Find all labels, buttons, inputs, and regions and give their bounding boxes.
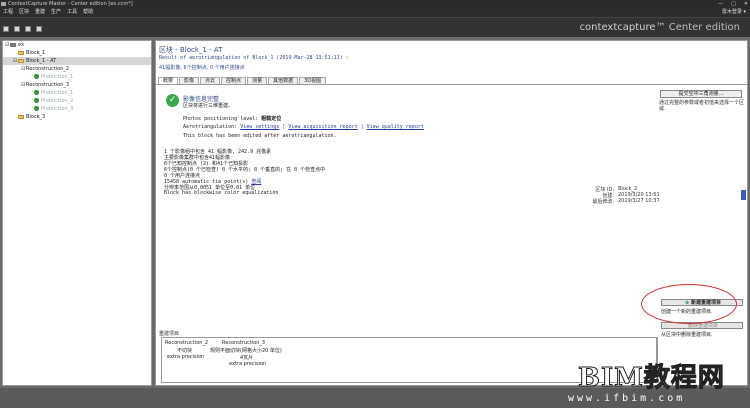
tree-item[interactable]: Production_3 [3,105,151,113]
menu-block[interactable]: 区块 [19,8,29,17]
tree-item[interactable]: ⊟Reconstruction_2 [3,65,151,73]
tree-item-label: ex [18,42,24,48]
tab-surveys[interactable]: 测量 [247,77,268,84]
tree-item-label: Reconstruction_2 [26,66,70,72]
tab-control-points[interactable]: 控制点 [221,77,247,84]
folder-icon [18,58,24,63]
tree-item[interactable]: Block_1 [3,49,151,57]
at-links-row: Aerotriangulation: View settings | View … [183,124,424,130]
edited-note: This block has been edited after aerotri… [183,133,337,139]
tree-item[interactable]: Production_2 [3,97,151,105]
reconstructions-section-label: 重建项目 [159,331,180,337]
tab-pointclouds[interactable]: 点云 [200,77,221,84]
watermark-url: www.ifbim.com [568,393,686,404]
app-icon [1,2,6,6]
ok-icon [34,74,39,79]
save-project-icon[interactable] [25,26,31,32]
highlight-circle [641,284,737,324]
new-project-icon[interactable] [3,26,9,32]
delete-reconstruction-description: 从区块中删除重建项目. [661,332,713,338]
watermark-logo: BIM教程网 [578,363,725,394]
status-subtitle: 区块将进行三维重建。 [183,103,234,109]
scroll-indicator [741,190,746,200]
tab-bar: 概要 影像 点云 控制点 测量 其他数据 3D视图 [156,77,747,85]
menu-help[interactable]: 帮助 [83,8,93,17]
ok-icon [34,90,39,95]
tree-item[interactable]: Production_1 [3,89,151,97]
submit-at-description: 通过完整的参数或者初值来选择一个区域. [659,100,745,112]
view-acquisition-report-link[interactable]: View acquisition report [288,124,357,130]
tree-item-label: Reconstruction_3 [26,82,70,88]
main-panel: 区块 - Block_1 - AT Result of aerotriangul… [155,40,748,386]
tree-item-label: Production_1 [41,90,74,96]
tree-item-label: Block_3 [26,114,46,120]
tree-item-label: Block_1 - AT [26,58,57,64]
tab-additional-data[interactable]: 其他数据 [268,77,299,84]
at-result-title: Result of aerotriangulation of Block_1 (… [159,55,349,61]
grid-cell: 4瓦片 [240,355,254,361]
brand-logo: contextcapture™ Center edition [579,22,740,33]
menu-bar: 工程 区块 重建 生产 工具 帮助 雷木登录 ▾ [0,8,750,17]
tree-item-label: Production_2 [41,98,74,104]
open-project-icon[interactable] [14,26,20,32]
tree-item[interactable]: ⊟ ex [3,41,151,49]
tree-item-label: Production_3 [41,106,74,112]
project-tree-panel: ⊟ ex Block_1 ⊟ Block_1 - AT ⊟Reconstruction_2… [2,40,152,386]
close-button[interactable]: ✕ [744,0,748,8]
window-titlebar: ContextCapture Master - Center edition [… [0,0,750,8]
grid-cell: extra precision [229,361,267,367]
reconstruction-2-header[interactable]: Reconstruction_2 [165,340,208,346]
tree-item[interactable]: ⊟Reconstruction_3 [3,81,151,89]
window-title: ContextCapture Master - Center edition [… [8,1,133,7]
grid-cell: extra precision [167,354,205,360]
user-login[interactable]: 雷木登录 ▾ [722,8,746,17]
positioning-level: Photos positioning level: 粗糙定位 [183,116,282,122]
tree-item-label: Production_1 [41,74,74,80]
grid-cell: 规则平面切块(网格大小20 单位) [210,348,282,354]
menu-project[interactable]: 工程 [3,8,13,17]
modified-label: 最后修改: [592,199,614,205]
tab-general[interactable]: 概要 [158,77,179,84]
project-tree: ⊟ ex Block_1 ⊟ Block_1 - AT ⊟Reconstruction_2… [3,41,151,121]
breadcrumb: 区块 - Block_1 - AT [159,46,223,54]
block-summary: 41幅影像, 6个控制点, 0 个用户连接点 [159,65,245,71]
minimize-button[interactable]: — [718,0,723,8]
project-icon [10,42,16,47]
grid-cell: 不切块 [177,348,193,354]
view-quality-report-link[interactable]: View quality report [367,124,424,130]
ok-icon [34,98,39,103]
status-ok-icon: ✓ [166,94,179,107]
submit-at-button[interactable]: 提交空中三角测量... [660,90,742,98]
detail-line: Block has blockwise color equalization [164,190,279,196]
menu-production[interactable]: 生产 [51,8,61,17]
edit-icon: ✎ [345,55,349,61]
menu-reconstruction[interactable]: 重建 [35,8,45,17]
tab-3d-view[interactable]: 3D视图 [299,77,327,84]
tab-photos[interactable]: 影像 [179,77,200,84]
tree-item-label: Block_1 [26,50,46,56]
maximize-button[interactable]: □ [731,0,736,8]
ok-icon [34,106,39,111]
tree-item[interactable]: Block_3 [3,113,151,121]
view-settings-link[interactable]: View settings [240,124,279,130]
tree-item[interactable]: ⊟ Block_1 - AT [3,57,151,65]
menu-tools[interactable]: 工具 [67,8,77,17]
folder-icon [18,50,24,55]
modified-value: 2019/3/27 10:37 [618,198,660,204]
tree-item[interactable]: Production_1 [3,73,151,81]
reconstruction-3-header[interactable]: Reconstruction_3 [222,340,265,346]
folder-icon [18,114,24,119]
settings-icon[interactable] [36,26,42,32]
